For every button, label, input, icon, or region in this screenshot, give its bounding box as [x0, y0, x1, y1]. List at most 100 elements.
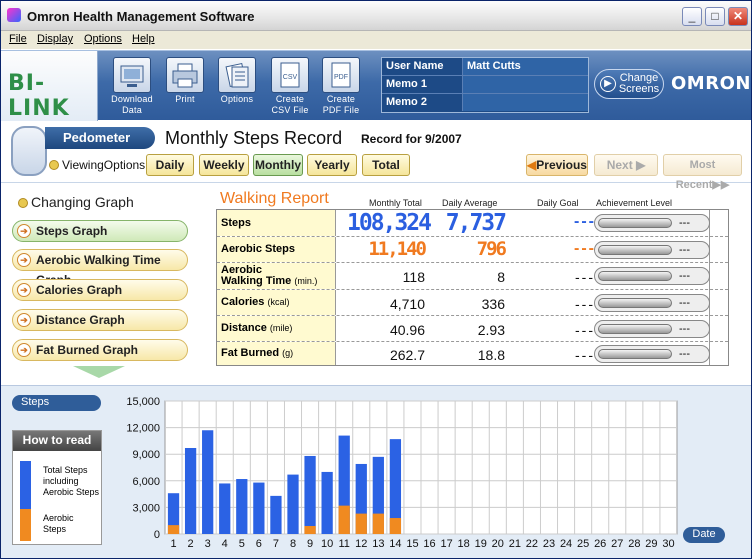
col-daily-average: Daily Average: [442, 198, 498, 208]
x-tick-label: 20: [492, 538, 504, 550]
arrow-right-icon: ➔: [17, 313, 31, 327]
x-tick-label: 5: [239, 538, 245, 550]
table-row: Fat Burned (g) 262.7 18.8 --- ---: [217, 342, 728, 365]
chevron-right-icon: ▶: [636, 158, 646, 172]
x-tick-label: 27: [611, 538, 623, 550]
y-tick-label: 12,000: [126, 423, 160, 435]
menu-options[interactable]: Options: [84, 33, 122, 45]
calories-average: 336: [481, 296, 505, 312]
steps-average: 7,737: [445, 210, 507, 236]
memo2-row: Memo 2: [382, 94, 588, 112]
x-tick-label: 9: [307, 538, 313, 550]
change-screens-label-2: Screens: [618, 83, 660, 95]
calories-total: 4,710: [389, 296, 425, 312]
col-daily-goal: Daily Goal: [537, 198, 579, 208]
user-name-value[interactable]: Matt Cutts: [462, 58, 588, 75]
memo2-value[interactable]: [462, 94, 588, 111]
bar-aerobic-steps: [355, 513, 367, 534]
row-label: Calories (kcal): [217, 290, 336, 315]
x-tick-label: 4: [222, 538, 228, 550]
x-tick-label: 12: [355, 538, 367, 550]
bar-total-steps: [219, 483, 231, 534]
aerobic-walking-time-graph-button[interactable]: ➔Aerobic Walking Time Graph: [12, 249, 188, 287]
view-yearly-button[interactable]: Yearly: [307, 154, 357, 176]
csv-label-2: CSV File: [271, 105, 309, 115]
window-title: Omron Health Management Software: [27, 9, 255, 24]
change-screens-button[interactable]: ▶ Change Screens: [594, 69, 664, 99]
csv-file-icon: CSV: [271, 57, 309, 93]
most-recent-button[interactable]: Most Recent▶▶: [663, 154, 742, 191]
maximize-button[interactable]: □: [705, 7, 725, 26]
y-tick-label: 0: [154, 529, 160, 541]
legend-total-label: Total Steps including Aerobic Steps: [43, 465, 100, 497]
walking-report-title: Walking Report: [220, 190, 329, 207]
distance-total: 40.96: [389, 322, 425, 338]
options-button[interactable]: Options: [214, 57, 260, 104]
legend-aerobic-label: Aerobic Steps: [43, 513, 74, 534]
pdf-file-icon: PDF: [322, 57, 360, 93]
x-tick-label: 30: [662, 538, 674, 550]
bar-total-steps: [321, 471, 333, 534]
menu-help[interactable]: Help: [132, 33, 155, 45]
x-tick-label: 11: [338, 538, 349, 550]
printer-icon: [166, 57, 204, 93]
y-tick-label: 3,000: [132, 502, 160, 514]
view-daily-button[interactable]: Daily: [146, 154, 194, 176]
fat-burned-graph-button[interactable]: ➔ Fat Burned Graph: [12, 339, 188, 361]
bar-total-steps: [184, 447, 197, 534]
achievement-bar: ---: [594, 345, 710, 363]
bar-aerobic-steps: [372, 513, 384, 534]
achievement-bar: ---: [594, 294, 710, 312]
view-total-button[interactable]: Total: [362, 154, 410, 176]
aerobic-steps-total: 11,140: [368, 238, 427, 260]
previous-button[interactable]: ◀Previous: [526, 154, 588, 176]
x-tick-label: 3: [205, 538, 211, 550]
x-tick-label: 1: [170, 538, 176, 550]
x-tick-label: 21: [509, 538, 521, 550]
view-monthly-button[interactable]: Monthly: [253, 154, 303, 176]
calories-graph-label: Calories Graph: [36, 283, 123, 297]
view-weekly-button[interactable]: Weekly: [199, 154, 249, 176]
user-info-panel: User Name Matt Cutts Memo 1 Memo 2: [381, 57, 589, 113]
steps-graph-button[interactable]: ➔ Steps Graph: [12, 220, 188, 242]
download-label-2: Data: [122, 105, 142, 115]
achievement-bar: ---: [594, 214, 710, 232]
viewing-options-label: ViewingOptions: [49, 158, 145, 172]
menu-file[interactable]: File: [9, 33, 27, 45]
calories-graph-button[interactable]: ➔ Calories Graph: [12, 279, 188, 301]
y-tick-label: 15,000: [126, 396, 160, 408]
bar-total-steps: [253, 482, 265, 534]
x-tick-label: 29: [645, 538, 657, 550]
previous-label: Previous: [536, 158, 587, 172]
menu-display[interactable]: Display: [37, 33, 73, 45]
next-button[interactable]: Next ▶: [594, 154, 658, 176]
x-tick-label: 23: [543, 538, 555, 550]
legend-total-swatch: [20, 461, 31, 509]
close-button[interactable]: ✕: [728, 7, 748, 26]
create-pdf-button[interactable]: PDF Create PDF File: [318, 57, 364, 115]
x-tick-label: 7: [273, 538, 279, 550]
user-name-row: User Name Matt Cutts: [382, 58, 588, 76]
x-tick-label: 14: [389, 538, 401, 550]
row-label: Fat Burned (g): [217, 342, 336, 365]
down-arrow-icon: [73, 366, 125, 378]
arrow-right-icon: ➔: [17, 224, 31, 238]
arrow-right-icon: ➔: [17, 283, 31, 297]
download-data-button[interactable]: Download Data: [109, 57, 155, 115]
create-csv-button[interactable]: CSV Create CSV File: [267, 57, 313, 115]
memo1-value[interactable]: [462, 76, 588, 93]
title-bar[interactable]: Omron Health Management Software _ □ ✕: [1, 1, 751, 31]
x-tick-label: 10: [321, 538, 333, 550]
bi-link-logo: BI-LINK: [1, 51, 98, 121]
changing-graph-label: Changing Graph: [18, 194, 134, 210]
minimize-button[interactable]: _: [682, 7, 702, 26]
print-button[interactable]: Print: [162, 57, 208, 104]
achievement-bar: ---: [594, 320, 710, 338]
x-tick-label: 8: [290, 538, 296, 550]
x-tick-label: 18: [458, 538, 470, 550]
x-axis-pill: Date: [683, 527, 725, 543]
options-label: Options: [220, 94, 254, 104]
walking-report-table: Steps 108,324 7,737 --- --- Aerobic Step…: [216, 209, 729, 366]
distance-graph-button[interactable]: ➔ Distance Graph: [12, 309, 188, 331]
x-tick-label: 17: [440, 538, 452, 550]
